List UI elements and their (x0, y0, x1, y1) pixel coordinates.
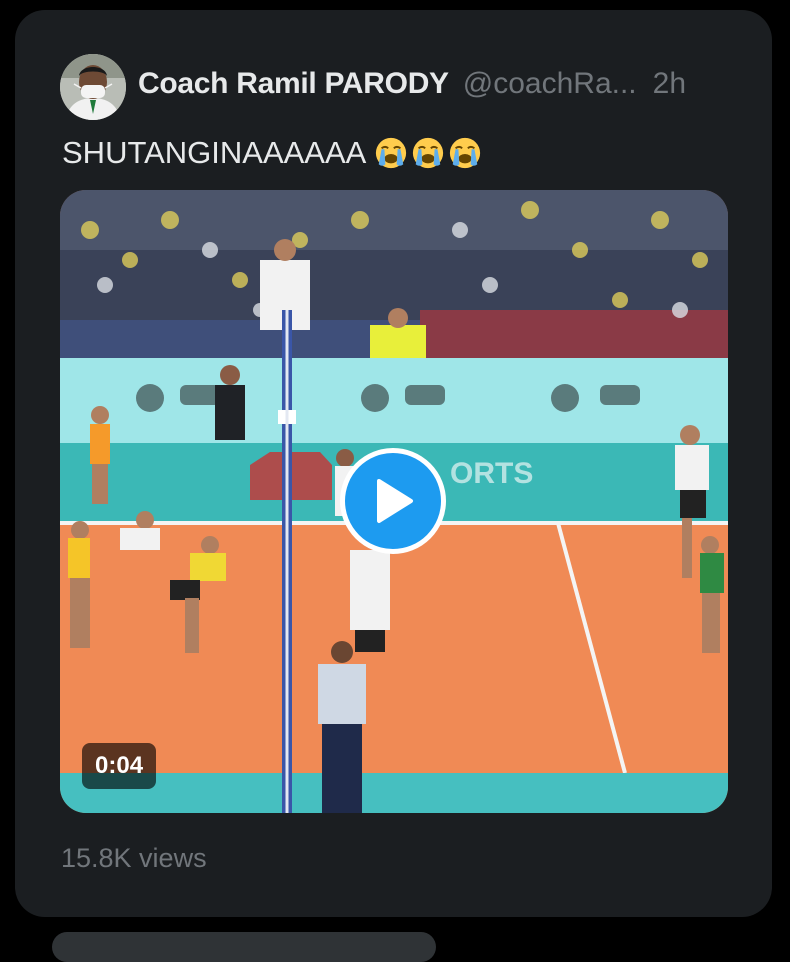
tweet-header: Coach Ramil PARODY @coachRa... 2h (138, 62, 750, 106)
avatar[interactable] (60, 54, 126, 120)
tweet-text: SHUTANGINAAAAAA (62, 130, 482, 176)
video-duration: 0:04 (82, 743, 157, 789)
tweet-body: SHUTANGINAAAAAA (62, 135, 367, 170)
video-player[interactable]: ORTS 0:04 (60, 190, 728, 813)
avatar-image (60, 54, 126, 120)
timestamp[interactable]: 2h (653, 62, 686, 106)
user-handle[interactable]: @coachRa... (463, 62, 637, 106)
loudly-crying-face-icon (376, 137, 407, 169)
view-count: 15.8K views (61, 843, 207, 873)
next-item-edge (52, 932, 436, 962)
play-button[interactable] (340, 448, 446, 554)
loudly-crying-face-icon (413, 137, 444, 169)
loudly-crying-face-icon (450, 137, 481, 169)
play-icon (377, 479, 413, 523)
display-name[interactable]: Coach Ramil PARODY (138, 62, 449, 106)
emoji-group (374, 136, 482, 170)
svg-text:ORTS: ORTS (450, 457, 533, 490)
